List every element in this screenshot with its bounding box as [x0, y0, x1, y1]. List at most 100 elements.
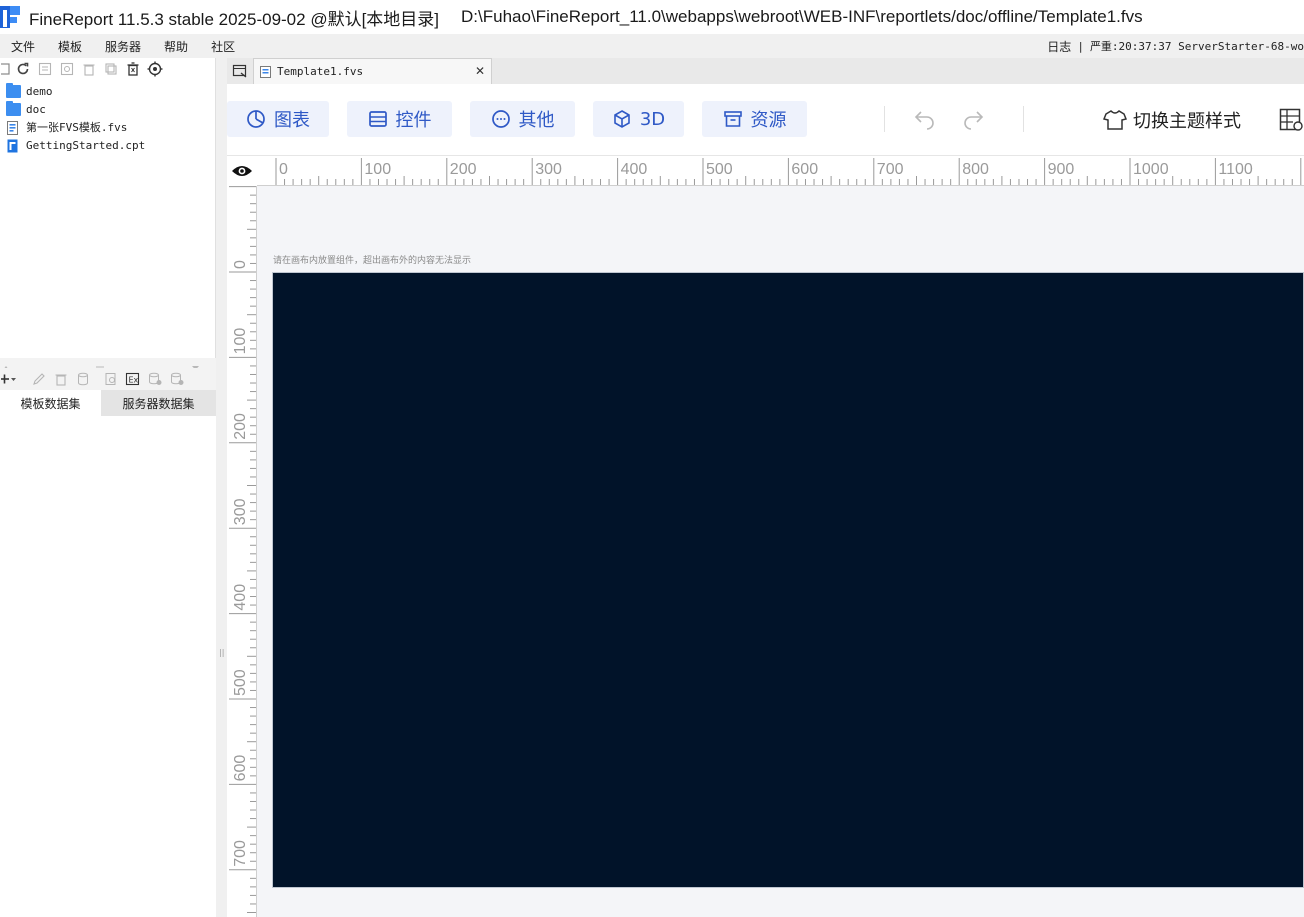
window-title: FineReport 11.5.3 stable 2025-09-02 @默认[…	[29, 9, 440, 29]
tab-template-dataset[interactable]: 模板数据集	[0, 390, 101, 416]
file-tree-item-label: doc	[26, 102, 46, 116]
new-tab-icon[interactable]	[227, 58, 253, 84]
ruler-label: 1100	[1218, 161, 1253, 178]
finereport-logo-icon	[0, 5, 22, 29]
ruler-label: 200	[450, 161, 477, 178]
formula-dataset-icon[interactable]: Ex	[122, 369, 144, 389]
folder-icon	[6, 100, 21, 116]
sync-dataset-icon[interactable]	[166, 369, 188, 389]
panel-splitter[interactable]	[0, 358, 216, 370]
ruler-label: 800	[962, 161, 989, 178]
other-button[interactable]: 其他	[470, 101, 575, 137]
properties-icon[interactable]	[34, 59, 56, 79]
file-tree-item-label: GettingStarted.cpt	[26, 138, 146, 152]
resource-button[interactable]: 资源	[702, 101, 807, 137]
add-dataset-icon[interactable]	[0, 369, 20, 389]
splitter-grip-icon: ||	[219, 648, 225, 657]
file-tree-item[interactable]: 第一张FVS模板.fvs	[0, 118, 215, 136]
server-dataset-icon[interactable]	[144, 369, 166, 389]
cube-icon	[614, 110, 630, 128]
ruler-label: 500	[232, 669, 249, 696]
ruler-label: 0	[279, 161, 288, 178]
vertical-splitter[interactable]: ||	[216, 58, 227, 917]
ruler-label: 100	[232, 328, 249, 355]
dataset-list	[0, 416, 216, 917]
menu-file[interactable]: 文件	[0, 38, 47, 55]
toolbar-divider	[1023, 106, 1024, 132]
delete-icon[interactable]	[78, 59, 100, 79]
recycle-bin-icon[interactable]	[122, 59, 144, 79]
design-canvas[interactable]	[272, 272, 1304, 888]
ruler-label: 700	[877, 161, 904, 178]
ruler-label: 300	[535, 161, 562, 178]
refresh-icon[interactable]	[12, 59, 34, 79]
locate-target-icon[interactable]	[144, 59, 166, 79]
menu-template[interactable]: 模板	[47, 38, 94, 55]
log-link[interactable]: 日志	[1047, 38, 1071, 55]
editor-area: Template1.fvs ✕ 图表 控件 其他 3D 资源 切换主题样式 0 …	[227, 58, 1304, 917]
status-area: 日志 | 严重:20:37:37 ServerStarter-68-wo	[1047, 34, 1304, 58]
switch-theme-button[interactable]: 切换主题样式	[1103, 106, 1241, 134]
file-tree-item-label: 第一张FVS模板.fvs	[26, 121, 128, 134]
file-tree-item[interactable]: GettingStarted.cpt	[0, 136, 215, 154]
widget-button[interactable]: 控件	[347, 101, 452, 137]
more-circle-icon	[491, 110, 510, 128]
redo-icon[interactable]	[961, 108, 985, 134]
undo-icon[interactable]	[913, 108, 937, 134]
database-icon[interactable]	[72, 369, 94, 389]
fvs-file-icon	[260, 65, 271, 78]
3d-button-label: 3D	[639, 108, 666, 130]
menu-server[interactable]: 服务器	[94, 38, 153, 55]
delete-dataset-icon[interactable]	[50, 369, 72, 389]
ruler-label: 100	[364, 161, 391, 178]
ruler-label: 600	[232, 755, 249, 782]
tab-strip: Template1.fvs ✕	[227, 58, 1304, 84]
ruler-label: 500	[706, 161, 733, 178]
dataset-toolbar: Ex	[0, 368, 216, 390]
component-toolbar: 图表 控件 其他 3D 资源 切换主题样式	[227, 84, 1304, 156]
fvs-file-icon	[6, 120, 21, 135]
file-tree-item[interactable]: demo	[0, 82, 215, 100]
cpt-file-icon	[6, 139, 21, 152]
file-tree: demo doc 第一张FVS模板.fvs GettingStarted.cpt	[0, 80, 215, 154]
copy-icon[interactable]	[100, 59, 122, 79]
menu-help[interactable]: 帮助	[153, 38, 200, 55]
ruler-label: 700	[232, 840, 249, 867]
ruler-label: 1000	[1133, 161, 1169, 178]
svg-text:Ex: Ex	[129, 376, 139, 385]
left-panel: demo doc 第一张FVS模板.fvs GettingStarted.cpt	[0, 58, 216, 917]
chart-button[interactable]: 图表	[227, 101, 329, 137]
switch-theme-label: 切换主题样式	[1133, 111, 1241, 132]
tab-template1[interactable]: Template1.fvs ✕	[253, 58, 492, 84]
file-tree-item[interactable]: doc	[0, 100, 215, 118]
permissions-icon[interactable]	[56, 59, 78, 79]
preview-dataset-icon[interactable]	[100, 369, 122, 389]
ruler-label: 900	[1048, 161, 1075, 178]
locate-file-icon[interactable]	[0, 59, 12, 79]
ruler-label: 400	[232, 584, 249, 611]
toolbar-divider	[884, 106, 885, 132]
tab-label: Template1.fvs	[277, 65, 364, 78]
settings-grid-icon[interactable]	[1279, 108, 1304, 136]
ruler-label: 200	[232, 413, 249, 440]
widget-button-label: 控件	[395, 110, 432, 131]
tab-server-dataset[interactable]: 服务器数据集	[101, 390, 216, 416]
ruler-label: 0	[232, 260, 249, 269]
status-message[interactable]: 严重:20:37:37 ServerStarter-68-wo	[1090, 38, 1304, 54]
menu-bar: 文件 模板 服务器 帮助 社区 日志 | 严重:20:37:37 ServerS…	[0, 34, 1304, 58]
chart-button-label: 图表	[274, 110, 310, 131]
shirt-icon	[1103, 110, 1127, 130]
vertical-ruler: 0 100 200 300 400 500 600 700	[227, 186, 257, 917]
visibility-eye-icon[interactable]	[227, 156, 257, 186]
resource-button-label: 资源	[750, 110, 787, 131]
chart-pie-icon	[247, 110, 265, 128]
menu-community[interactable]: 社区	[200, 38, 247, 55]
title-bar: FineReport 11.5.3 stable 2025-09-02 @默认[…	[0, 0, 1304, 34]
file-toolbar	[0, 58, 215, 80]
widget-icon	[368, 111, 387, 127]
close-tab-icon[interactable]: ✕	[475, 64, 485, 78]
ruler-label: 400	[621, 161, 648, 178]
edit-dataset-icon[interactable]	[28, 369, 50, 389]
dataset-tabs: 模板数据集 服务器数据集	[0, 390, 216, 416]
3d-button[interactable]: 3D	[593, 101, 684, 137]
